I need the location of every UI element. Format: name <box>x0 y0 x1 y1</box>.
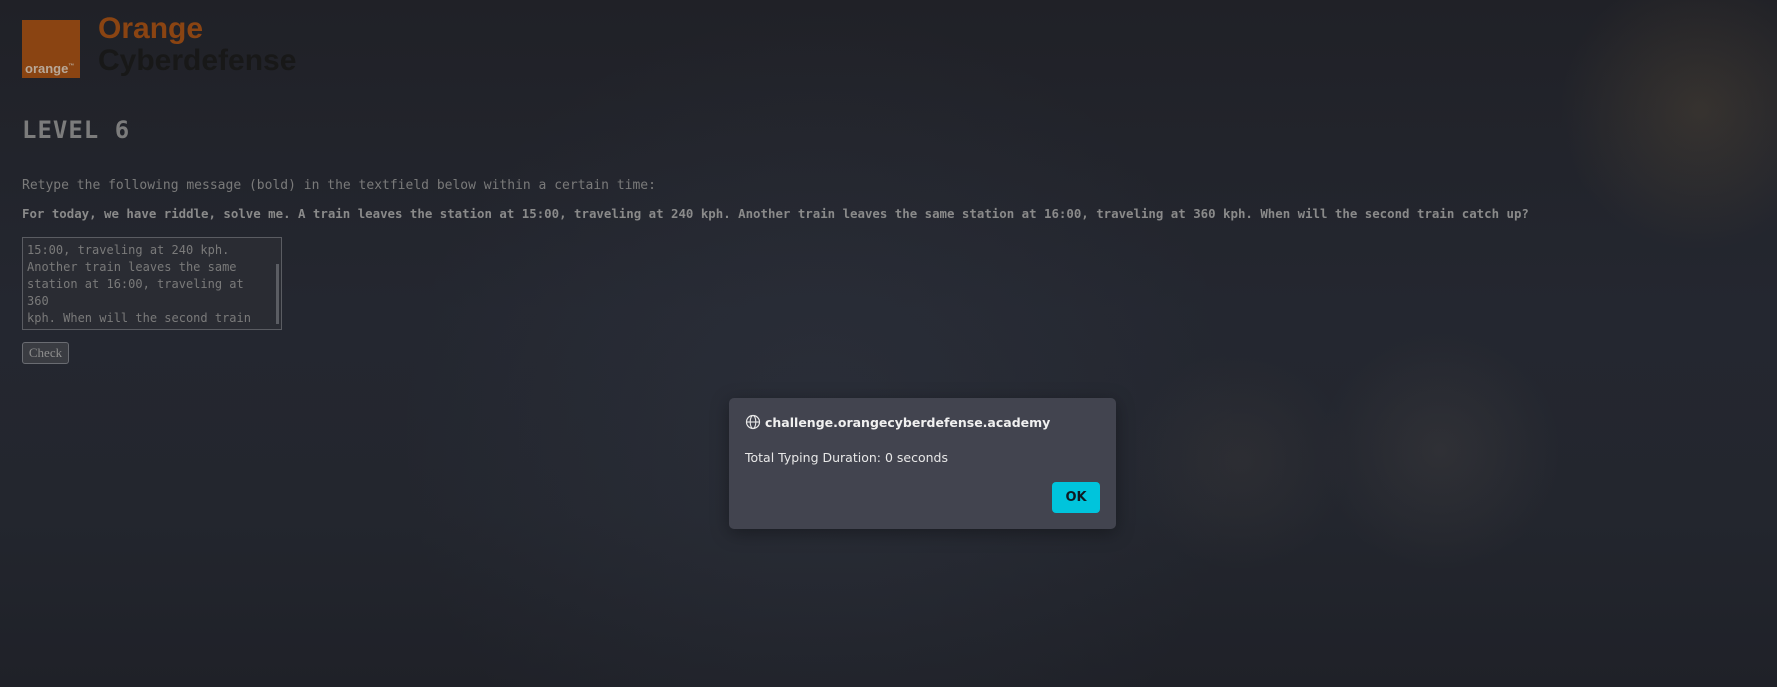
dialog-header: challenge.orangecyberdefense.academy <box>745 414 1050 430</box>
orange-logo: orange™ <box>22 20 80 78</box>
dialog-message: Total Typing Duration: 0 seconds <box>745 450 948 465</box>
ok-button[interactable]: OK <box>1052 482 1100 513</box>
textarea-scrollbar[interactable] <box>276 264 279 324</box>
check-button[interactable]: Check <box>22 342 69 364</box>
answer-textarea[interactable]: 15:00, traveling at 240 kph. Another tra… <box>22 237 282 330</box>
alert-dialog: challenge.orangecyberdefense.academy Tot… <box>729 398 1116 529</box>
target-message: For today, we have riddle, solve me. A t… <box>22 206 1529 221</box>
instruction-text: Retype the following message (bold) in t… <box>22 178 656 193</box>
brand-name-orange: Orange <box>98 12 204 45</box>
level-title: LEVEL 6 <box>22 116 131 144</box>
page-background <box>0 0 1777 687</box>
brand-name-cyberdefense: Cyberdefense <box>98 44 297 77</box>
logo-badge-text: orange™ <box>25 61 75 76</box>
dialog-origin: challenge.orangecyberdefense.academy <box>765 414 1051 430</box>
globe-icon <box>745 414 761 430</box>
